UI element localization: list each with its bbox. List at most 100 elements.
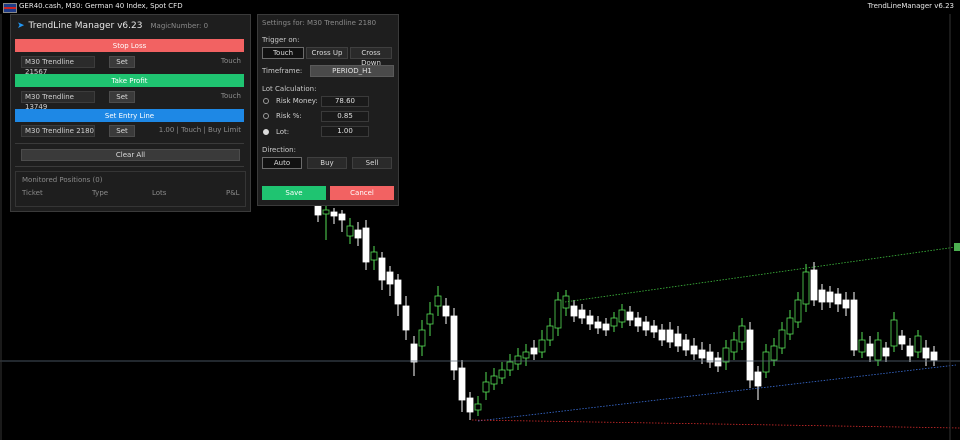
trendline-manager-panel: ➤ TrendLine Manager v6.23 MagicNumber: 0… [10, 14, 251, 212]
risk-percent-radio[interactable] [263, 113, 269, 119]
candle-body [378, 257, 386, 281]
candle-body [490, 375, 498, 385]
direction-sell-button[interactable]: Sell [352, 157, 392, 169]
trigger-label: Trigger on: [262, 36, 300, 44]
candle-body [314, 204, 322, 216]
candle-body [810, 269, 818, 301]
lot-label: Lot: [276, 128, 290, 136]
timeframe-select[interactable]: PERIOD_H1 [310, 65, 394, 77]
candle-body [826, 291, 834, 303]
candle-body [874, 339, 882, 361]
direction-buy-button[interactable]: Buy [307, 157, 347, 169]
take-profit-mode: Touch [220, 92, 241, 100]
candle-body [482, 381, 490, 393]
stop-loss-button[interactable]: Stop Loss [15, 39, 244, 52]
candle-body [410, 343, 418, 363]
risk-percent-input[interactable]: 0.85 [321, 111, 369, 122]
candle-body [914, 335, 922, 353]
candle-body [426, 313, 434, 325]
candle-body [418, 329, 426, 347]
risk-money-radio[interactable] [263, 98, 269, 104]
stop-loss-row: M30 Trendline 21567 Set Touch [21, 56, 247, 76]
chart-header: GER40.cash, M30: German 40 Index, Spot C… [0, 0, 960, 14]
candle-body [842, 299, 850, 309]
candle-body [546, 325, 554, 341]
candle-body [866, 343, 874, 357]
save-button[interactable]: Save [262, 186, 326, 200]
risk-money-label: Risk Money: [276, 97, 318, 105]
risk-money-input[interactable]: 78.60 [321, 96, 369, 107]
trigger-cross-down-button[interactable]: Cross Down [350, 47, 392, 67]
candle-body [906, 345, 914, 357]
clear-all-button[interactable]: Clear All [21, 149, 240, 161]
candle-body [850, 299, 858, 351]
risk-percent-label: Risk %: [276, 112, 302, 120]
candle-body [522, 351, 530, 359]
take-profit-row: M30 Trendline 13749 Set Touch [21, 91, 247, 111]
entry-line-field[interactable]: M30 Trendline 2180 [21, 125, 95, 137]
set-entry-line-button[interactable]: Set Entry Line [15, 109, 244, 122]
candle-body [586, 315, 594, 325]
trigger-cross-up-button[interactable]: Cross Up [306, 47, 348, 59]
candle-body [722, 347, 730, 363]
direction-auto-button[interactable]: Auto [262, 157, 302, 169]
candle-body [346, 225, 354, 237]
candle-body [682, 339, 690, 351]
candle-body [474, 403, 482, 411]
column-header-type: Type [92, 189, 109, 197]
column-header-ticket: Ticket [22, 189, 43, 197]
candle-body [818, 289, 826, 303]
direction-label: Direction: [262, 146, 296, 154]
take-profit-button[interactable]: Take Profit [15, 74, 244, 87]
monitored-positions-title: Monitored Positions (0) [22, 176, 103, 184]
cancel-button[interactable]: Cancel [330, 186, 394, 200]
symbol-label: GER40.cash, M30: German 40 Index, Spot C… [19, 2, 183, 10]
trendline-settings-panel: Settings for: M30 Trendline 2180 Trigger… [257, 14, 399, 206]
stop-loss-mode: Touch [220, 57, 241, 65]
candle-body [514, 355, 522, 365]
candle-body [754, 371, 762, 387]
candle-body [698, 349, 706, 359]
candle-body [498, 369, 506, 379]
candle-body [834, 293, 842, 305]
candle-body [402, 305, 410, 331]
candle-body [434, 295, 442, 307]
settings-title: Settings for: M30 Trendline 2180 [262, 19, 377, 27]
candle-body [922, 347, 930, 359]
candle-body [730, 339, 738, 353]
candle-body [626, 311, 634, 321]
take-profit-line-field[interactable]: M30 Trendline 13749 [21, 91, 95, 111]
indicator-version-label: TrendLineManager v6.23 [867, 2, 954, 10]
candle-body [570, 305, 578, 317]
candle-body [666, 329, 674, 343]
candle-body [738, 325, 746, 343]
entry-set-button[interactable]: Set [109, 125, 135, 137]
candle-body [898, 335, 906, 345]
panel-title[interactable]: ➤ TrendLine Manager v6.23 MagicNumber: 0 [17, 19, 208, 33]
candle-body [714, 357, 722, 367]
candle-body [554, 299, 562, 329]
trigger-touch-button[interactable]: Touch [262, 47, 304, 59]
magic-number: MagicNumber: 0 [150, 22, 209, 30]
candle-body [786, 317, 794, 335]
candle-body [634, 317, 642, 327]
stop-loss-set-button[interactable]: Set [109, 56, 135, 68]
candle-body [362, 227, 370, 263]
candle-body [602, 323, 610, 331]
candle-body [538, 339, 546, 353]
candle-body [354, 229, 362, 239]
lot-input[interactable]: 1.00 [321, 126, 369, 137]
candle-body [858, 339, 866, 353]
candle-body [778, 329, 786, 349]
candle-body [650, 325, 658, 333]
candle-body [458, 367, 466, 401]
take-profit-set-button[interactable]: Set [109, 91, 135, 103]
candle-body [578, 309, 586, 319]
lot-radio[interactable] [263, 129, 269, 135]
candle-body [394, 279, 402, 305]
entry-row: M30 Trendline 2180 Set 1.00 | Touch | Bu… [21, 125, 247, 137]
candle-body [658, 329, 666, 341]
candle-body [330, 211, 338, 217]
stop-loss-line-field[interactable]: M30 Trendline 21567 [21, 56, 95, 76]
divider [15, 143, 244, 144]
